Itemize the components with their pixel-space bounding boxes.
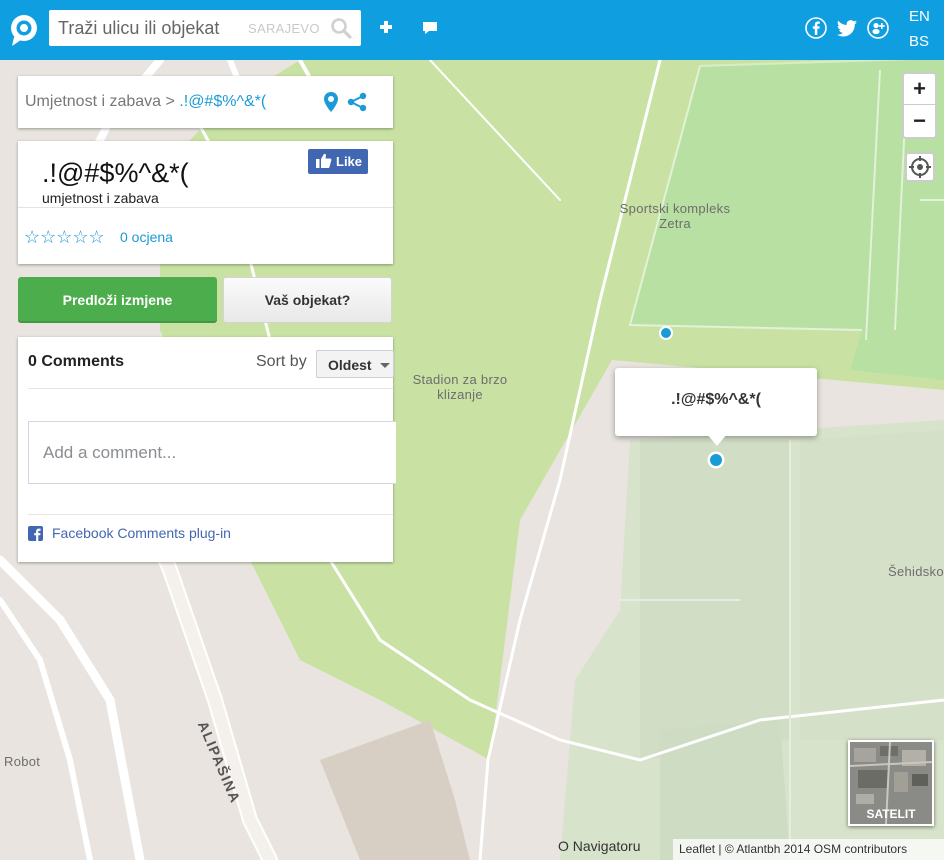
zoom-in-button[interactable]: + [904, 74, 935, 105]
comments-widget: 0 Comments Sort by Oldest Add a comment.… [18, 337, 396, 562]
share-icon[interactable] [346, 92, 368, 112]
crosshair-icon [909, 156, 931, 178]
label-stadium: Stadion za brzo klizanje [412, 372, 508, 402]
search-input[interactable]: Traži ulicu ili objekat [58, 18, 219, 39]
feedback-icon[interactable] [421, 20, 439, 36]
rating-stars[interactable]: ☆☆☆☆☆ [24, 227, 105, 248]
place-category: umjetnost i zabava [42, 190, 159, 206]
sort-dropdown[interactable]: Oldest [316, 350, 394, 378]
divider [28, 388, 393, 389]
breadcrumb: Umjetnost i zabava > .!@#$%^&*( [18, 76, 393, 128]
location-pin-icon[interactable] [324, 92, 338, 112]
locate-button[interactable] [905, 152, 935, 182]
like-label: Like [336, 154, 363, 169]
facebook-icon[interactable] [805, 17, 827, 39]
search-city-label: SARAJEVO [248, 21, 320, 36]
zoom-out-button[interactable]: − [904, 106, 935, 137]
comment-placeholder: Add a comment... [43, 443, 177, 462]
divider [28, 514, 393, 515]
claim-place-button[interactable]: Vaš objekat? [223, 277, 392, 323]
search-icon[interactable] [330, 17, 352, 39]
facebook-square-icon [28, 526, 43, 541]
satellite-label: SATELIT [866, 807, 916, 821]
facebook-plugin-label: Facebook Comments plug-in [52, 525, 231, 541]
zoom-control: + − [902, 72, 937, 139]
facebook-like-button[interactable]: Like [308, 149, 368, 174]
about-link[interactable]: O Navigatoru [558, 838, 640, 854]
satellite-toggle[interactable]: SATELIT [848, 740, 934, 826]
top-bar: Traži ulicu ili objekat SARAJEVO EN BS [0, 0, 944, 60]
lang-en[interactable]: EN [909, 8, 930, 25]
breadcrumb-separator: > [161, 93, 180, 110]
place-title: .!@#$%^&*( [42, 158, 189, 188]
popup-title[interactable]: .!@#$%^&*( [615, 391, 817, 409]
lang-bs[interactable]: BS [909, 33, 929, 50]
suggest-edit-button[interactable]: Predloži izmjene [18, 277, 217, 323]
map-attribution[interactable]: Leaflet | © Atlantbh 2014 OSM contributo… [673, 839, 944, 860]
comments-count: 0 Comments [28, 353, 125, 370]
breadcrumb-category[interactable]: Umjetnost i zabava [25, 93, 161, 110]
sort-label: Sort by [256, 353, 307, 370]
place-info-card: .!@#$%^&*( umjetnost i zabava Like ☆☆☆☆☆… [18, 141, 393, 264]
comment-input[interactable]: Add a comment... [28, 421, 396, 484]
search-box[interactable]: Traži ulicu ili objekat SARAJEVO [49, 10, 361, 46]
map-popup: .!@#$%^&*( [615, 368, 817, 436]
divider [18, 207, 393, 208]
breadcrumb-current: .!@#$%^&*( [179, 93, 267, 110]
twitter-icon[interactable] [836, 17, 858, 39]
label-robot: Robot [4, 754, 41, 769]
chevron-down-icon [380, 363, 390, 368]
popup-tip [707, 434, 727, 446]
google-plus-icon[interactable] [867, 17, 889, 39]
logo-icon[interactable] [8, 13, 40, 47]
rating-count[interactable]: 0 ocjena [120, 229, 173, 245]
thumbs-up-icon [316, 153, 332, 168]
add-place-icon[interactable] [378, 19, 394, 35]
label-sehidsko: Šehidsko [888, 564, 944, 579]
label-sports-complex: Sportski kompleks Zetra [619, 201, 731, 231]
sort-value: Oldest [328, 357, 372, 373]
